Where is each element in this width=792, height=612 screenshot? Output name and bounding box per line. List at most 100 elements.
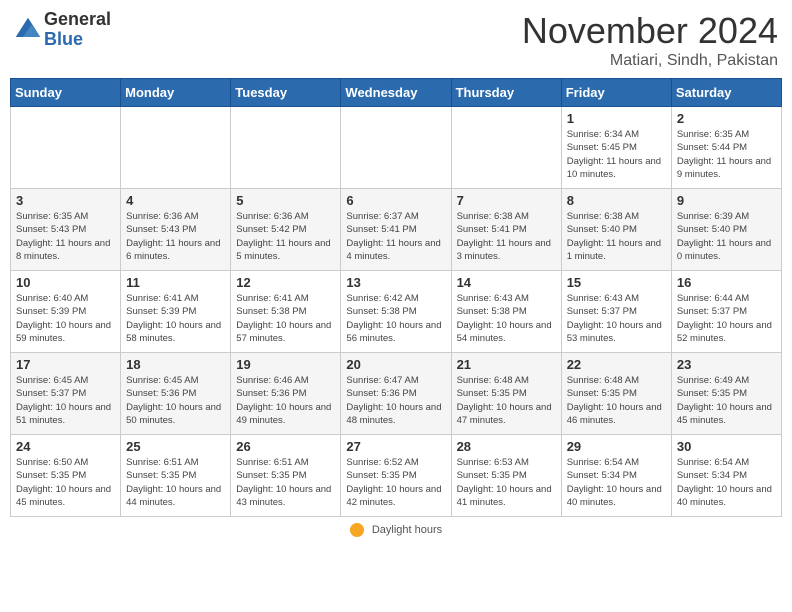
page-header: General Blue November 2024 Matiari, Sind… (10, 10, 782, 70)
day-info: Sunrise: 6:54 AM Sunset: 5:34 PM Dayligh… (677, 456, 776, 509)
day-info: Sunrise: 6:40 AM Sunset: 5:39 PM Dayligh… (16, 292, 115, 345)
day-info: Sunrise: 6:52 AM Sunset: 5:35 PM Dayligh… (346, 456, 445, 509)
day-cell: 15 Sunrise: 6:43 AM Sunset: 5:37 PM Dayli… (561, 271, 671, 353)
day-cell: 9 Sunrise: 6:39 AM Sunset: 5:40 PM Daylig… (671, 189, 781, 271)
day-info: Sunrise: 6:47 AM Sunset: 5:36 PM Dayligh… (346, 374, 445, 427)
weekday-header-friday: Friday (561, 79, 671, 107)
week-row-2: 10 Sunrise: 6:40 AM Sunset: 5:39 PM Dayli… (11, 271, 782, 353)
day-cell: 11Sunrise: 6:41 AM Sunset: 5:39 PM Dayli… (121, 271, 231, 353)
day-number: 29 (567, 439, 666, 454)
day-cell: 20Sunrise: 6:47 AM Sunset: 5:36 PM Dayli… (341, 353, 451, 435)
weekday-header-row: SundayMondayTuesdayWednesdayThursdayFrid… (11, 79, 782, 107)
weekday-header-monday: Monday (121, 79, 231, 107)
day-number: 21 (457, 357, 556, 372)
day-info: Sunrise: 6:36 AM Sunset: 5:42 PM Dayligh… (236, 210, 335, 263)
day-info: Sunrise: 6:37 AM Sunset: 5:41 PM Dayligh… (346, 210, 445, 263)
day-cell: 10 Sunrise: 6:40 AM Sunset: 5:39 PM Dayli… (11, 271, 121, 353)
day-info: Sunrise: 6:36 AM Sunset: 5:43 PM Dayligh… (126, 210, 225, 263)
day-cell: 22Sunrise: 6:48 AM Sunset: 5:35 PM Dayli… (561, 353, 671, 435)
day-number: 12 (236, 275, 335, 290)
logo-icon (14, 16, 42, 44)
day-number: 8 (567, 193, 666, 208)
day-cell: 16 Sunrise: 6:44 AM Sunset: 5:37 PM Dayli… (671, 271, 781, 353)
week-row-1: 3 Sunrise: 6:35 AM Sunset: 5:43 PM Daylig… (11, 189, 782, 271)
day-info: Sunrise: 6:53 AM Sunset: 5:35 PM Dayligh… (457, 456, 556, 509)
day-number: 7 (457, 193, 556, 208)
day-info: Sunrise: 6:54 AM Sunset: 5:34 PM Dayligh… (567, 456, 666, 509)
day-cell: 25Sunrise: 6:51 AM Sunset: 5:35 PM Dayli… (121, 435, 231, 517)
day-info: Sunrise: 6:49 AM Sunset: 5:35 PM Dayligh… (677, 374, 776, 427)
day-number: 27 (346, 439, 445, 454)
day-cell (121, 107, 231, 189)
day-number: 14 (457, 275, 556, 290)
day-cell: 5 Sunrise: 6:36 AM Sunset: 5:42 PM Daylig… (231, 189, 341, 271)
logo: General Blue (14, 10, 111, 50)
day-info: Sunrise: 6:42 AM Sunset: 5:38 PM Dayligh… (346, 292, 445, 345)
day-info: Sunrise: 6:50 AM Sunset: 5:35 PM Dayligh… (16, 456, 115, 509)
day-info: Sunrise: 6:39 AM Sunset: 5:40 PM Dayligh… (677, 210, 776, 263)
location: Matiari, Sindh, Pakistan (522, 52, 778, 70)
day-info: Sunrise: 6:48 AM Sunset: 5:35 PM Dayligh… (567, 374, 666, 427)
day-cell (11, 107, 121, 189)
logo-text: General Blue (44, 10, 111, 50)
legend-label: Daylight hours (372, 524, 442, 536)
day-info: Sunrise: 6:34 AM Sunset: 5:45 PM Dayligh… (567, 128, 666, 181)
day-number: 9 (677, 193, 776, 208)
day-cell: 23 Sunrise: 6:49 AM Sunset: 5:35 PM Dayli… (671, 353, 781, 435)
day-number: 30 (677, 439, 776, 454)
day-cell (231, 107, 341, 189)
day-number: 23 (677, 357, 776, 372)
day-info: Sunrise: 6:51 AM Sunset: 5:35 PM Dayligh… (236, 456, 335, 509)
day-number: 5 (236, 193, 335, 208)
legend: Daylight hours (10, 523, 782, 537)
day-info: Sunrise: 6:45 AM Sunset: 5:37 PM Dayligh… (16, 374, 115, 427)
day-info: Sunrise: 6:45 AM Sunset: 5:36 PM Dayligh… (126, 374, 225, 427)
day-cell: 30 Sunrise: 6:54 AM Sunset: 5:34 PM Dayli… (671, 435, 781, 517)
day-cell: 24Sunrise: 6:50 AM Sunset: 5:35 PM Dayli… (11, 435, 121, 517)
day-cell: 18 Sunrise: 6:45 AM Sunset: 5:36 PM Dayli… (121, 353, 231, 435)
day-info: Sunrise: 6:44 AM Sunset: 5:37 PM Dayligh… (677, 292, 776, 345)
day-number: 28 (457, 439, 556, 454)
weekday-header-tuesday: Tuesday (231, 79, 341, 107)
day-info: Sunrise: 6:35 AM Sunset: 5:43 PM Dayligh… (16, 210, 115, 263)
month-title: November 2024 (522, 10, 778, 52)
week-row-3: 17 Sunrise: 6:45 AM Sunset: 5:37 PM Dayli… (11, 353, 782, 435)
day-cell: 3 Sunrise: 6:35 AM Sunset: 5:43 PM Daylig… (11, 189, 121, 271)
day-number: 1 (567, 111, 666, 126)
day-number: 18 (126, 357, 225, 372)
day-cell: 8 Sunrise: 6:38 AM Sunset: 5:40 PM Daylig… (561, 189, 671, 271)
logo-general: General (44, 10, 111, 30)
day-number: 6 (346, 193, 445, 208)
calendar-table: SundayMondayTuesdayWednesdayThursdayFrid… (10, 78, 782, 517)
day-info: Sunrise: 6:38 AM Sunset: 5:40 PM Dayligh… (567, 210, 666, 263)
day-cell: 7Sunrise: 6:38 AM Sunset: 5:41 PM Daylig… (451, 189, 561, 271)
day-info: Sunrise: 6:41 AM Sunset: 5:38 PM Dayligh… (236, 292, 335, 345)
weekday-header-saturday: Saturday (671, 79, 781, 107)
day-cell: 13Sunrise: 6:42 AM Sunset: 5:38 PM Dayli… (341, 271, 451, 353)
day-cell: 17 Sunrise: 6:45 AM Sunset: 5:37 PM Dayli… (11, 353, 121, 435)
day-info: Sunrise: 6:35 AM Sunset: 5:44 PM Dayligh… (677, 128, 776, 181)
day-info: Sunrise: 6:46 AM Sunset: 5:36 PM Dayligh… (236, 374, 335, 427)
day-number: 15 (567, 275, 666, 290)
day-cell: 14 Sunrise: 6:43 AM Sunset: 5:38 PM Dayli… (451, 271, 561, 353)
day-info: Sunrise: 6:41 AM Sunset: 5:39 PM Dayligh… (126, 292, 225, 345)
day-number: 16 (677, 275, 776, 290)
day-number: 17 (16, 357, 115, 372)
day-number: 19 (236, 357, 335, 372)
day-number: 3 (16, 193, 115, 208)
day-cell (341, 107, 451, 189)
logo-blue: Blue (44, 30, 111, 50)
day-cell: 19 Sunrise: 6:46 AM Sunset: 5:36 PM Dayli… (231, 353, 341, 435)
day-number: 10 (16, 275, 115, 290)
weekday-header-thursday: Thursday (451, 79, 561, 107)
day-info: Sunrise: 6:48 AM Sunset: 5:35 PM Dayligh… (457, 374, 556, 427)
day-info: Sunrise: 6:43 AM Sunset: 5:37 PM Dayligh… (567, 292, 666, 345)
day-cell: 2Sunrise: 6:35 AM Sunset: 5:44 PM Daylig… (671, 107, 781, 189)
day-cell: 28 Sunrise: 6:53 AM Sunset: 5:35 PM Dayli… (451, 435, 561, 517)
day-number: 4 (126, 193, 225, 208)
day-cell: 26Sunrise: 6:51 AM Sunset: 5:35 PM Dayli… (231, 435, 341, 517)
day-cell: 1 Sunrise: 6:34 AM Sunset: 5:45 PM Daylig… (561, 107, 671, 189)
day-info: Sunrise: 6:43 AM Sunset: 5:38 PM Dayligh… (457, 292, 556, 345)
week-row-0: 1 Sunrise: 6:34 AM Sunset: 5:45 PM Daylig… (11, 107, 782, 189)
day-info: Sunrise: 6:51 AM Sunset: 5:35 PM Dayligh… (126, 456, 225, 509)
